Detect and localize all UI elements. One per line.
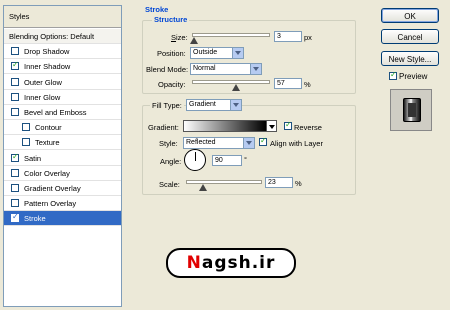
style-item-label: Color Overlay	[24, 168, 70, 178]
style-item-checkbox[interactable]	[22, 138, 30, 147]
preview-label: Preview	[399, 72, 428, 81]
opacity-slider-thumb[interactable]	[232, 84, 241, 91]
style-item[interactable]: Color Overlay	[4, 166, 121, 181]
style-item-checkbox[interactable]	[11, 77, 19, 86]
style-item[interactable]: Bevel and Emboss	[4, 105, 121, 120]
gradient-picker[interactable]	[183, 120, 267, 132]
scale-input[interactable]: 23	[265, 177, 293, 188]
fill-type-label: Fill Type:	[150, 101, 184, 110]
angle-unit: °	[244, 155, 247, 164]
scale-label: Scale:	[159, 180, 180, 189]
style-item-label: Inner Shadow	[24, 62, 71, 72]
style-item-checkbox[interactable]	[11, 168, 19, 177]
style-item[interactable]: Inner Glow	[4, 90, 121, 105]
size-slider-track[interactable]	[192, 33, 270, 37]
chevron-down-icon[interactable]	[232, 48, 243, 58]
ok-button[interactable]: OK	[381, 8, 439, 23]
style-item-label: Blending Options: Default	[9, 32, 95, 41]
blend-mode-label: Blend Mode:	[146, 65, 189, 74]
style-item-label: Texture	[35, 138, 60, 148]
stroke-title: Stroke	[143, 5, 171, 14]
style-item-label: Outer Glow	[24, 77, 62, 87]
gradient-dropdown-icon[interactable]	[267, 120, 277, 132]
style-item[interactable]: Satin	[4, 151, 121, 166]
style-item[interactable]: Pattern Overlay	[4, 196, 121, 212]
style-item[interactable]: Inner Shadow	[4, 59, 121, 75]
chevron-down-icon[interactable]	[250, 64, 261, 74]
style-item-checkbox[interactable]	[11, 92, 19, 101]
style-item[interactable]: Outer Glow	[4, 75, 121, 90]
preview-swatch	[403, 98, 421, 122]
styles-list-panel: Styles Blending Options: Default Drop Sha…	[3, 5, 122, 307]
styles-header: Styles	[4, 6, 121, 28]
reverse-label: Reverse	[294, 123, 322, 132]
new-style-button[interactable]: New Style...	[381, 51, 439, 66]
angle-label: Angle:	[160, 157, 182, 166]
gradient-label: Gradient:	[148, 123, 179, 132]
cancel-button[interactable]: Cancel	[381, 29, 439, 44]
style-item[interactable]: Drop Shadow	[4, 44, 121, 60]
style-item-label: Stroke	[24, 214, 46, 224]
structure-title: Structure	[152, 15, 190, 24]
angle-dial[interactable]	[184, 149, 206, 171]
style-item-checkbox[interactable]	[11, 108, 19, 116]
style-item-checkbox[interactable]	[22, 123, 30, 132]
opacity-slider-track[interactable]	[192, 80, 270, 84]
style-item-label: Pattern Overlay	[24, 199, 77, 209]
style-item-label: Bevel and Emboss	[24, 108, 87, 117]
style-item[interactable]: Blending Options: Default	[4, 29, 121, 44]
style-item[interactable]: Contour	[4, 120, 121, 136]
fill-type-select[interactable]: Gradient	[186, 99, 242, 111]
style-item-checkbox[interactable]	[11, 47, 19, 56]
size-unit: px	[304, 33, 312, 42]
size-input[interactable]: 3	[274, 31, 302, 42]
align-with-layer-checkbox[interactable]	[259, 136, 267, 146]
chevron-down-icon[interactable]	[230, 100, 241, 110]
scale-slider-track[interactable]	[186, 180, 262, 184]
style-item-label: Drop Shadow	[24, 47, 70, 57]
style-item-label: Inner Glow	[24, 92, 61, 102]
style-item-checkbox[interactable]	[11, 60, 19, 71]
scale-slider-thumb[interactable]	[199, 184, 208, 191]
angle-input[interactable]: 90	[212, 155, 242, 166]
reverse-checkbox[interactable]	[284, 120, 292, 130]
style-label: Style:	[159, 139, 178, 148]
opacity-label: Opacity:	[158, 80, 186, 89]
style-item-checkbox[interactable]	[11, 152, 19, 162]
style-item[interactable]: Stroke	[4, 211, 121, 227]
style-item-label: Gradient Overlay	[24, 184, 81, 193]
style-item-checkbox[interactable]	[11, 199, 19, 208]
size-label: Size:	[171, 33, 188, 42]
style-item[interactable]: Texture	[4, 135, 121, 151]
style-item-checkbox[interactable]	[11, 184, 19, 192]
style-item[interactable]: Gradient Overlay	[4, 181, 121, 196]
watermark-logo: Nagsh.ir	[166, 248, 296, 278]
preview-thumbnail	[390, 89, 432, 131]
style-item-checkbox[interactable]	[11, 212, 19, 223]
opacity-unit: %	[304, 80, 311, 89]
preview-checkbox[interactable]	[389, 70, 397, 80]
opacity-input[interactable]: 57	[274, 78, 302, 89]
position-select[interactable]: Outside	[190, 47, 244, 59]
style-select[interactable]: Reflected	[183, 137, 255, 149]
style-item-label: Contour	[35, 123, 62, 133]
blend-mode-select[interactable]: Normal	[190, 63, 262, 75]
scale-unit: %	[295, 179, 302, 188]
position-label: Position:	[157, 49, 186, 58]
align-with-layer-label: Align with Layer	[270, 139, 323, 148]
size-slider-thumb[interactable]	[190, 37, 199, 44]
style-item-label: Satin	[24, 153, 42, 163]
chevron-down-icon[interactable]	[243, 138, 254, 148]
